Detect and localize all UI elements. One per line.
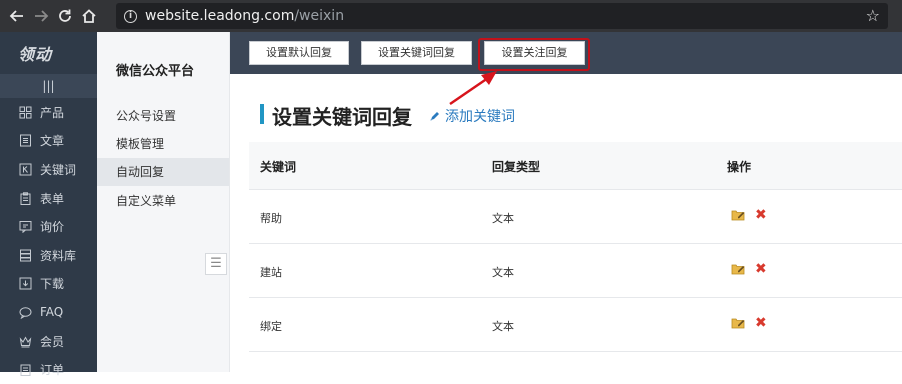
main-sidebar: 领动 ||| 产品文章关键词表单询价资料库下载 FAQ 会员订单: [0, 32, 97, 377]
subnav-title: 微信公众平台: [116, 64, 195, 79]
column-header-actions: 操作: [727, 160, 752, 174]
page-title: 设置关键词回复: [272, 105, 412, 129]
reply-type-cell: 文本: [492, 320, 514, 333]
sidebar-item-7[interactable]: FAQ: [0, 298, 97, 327]
grid-icon: [18, 105, 32, 119]
table-header: 关键词 回复类型 操作: [249, 142, 902, 190]
sidebar-item-9[interactable]: 订单: [0, 355, 97, 384]
sidebar-item-5[interactable]: 资料库: [0, 241, 97, 270]
sidebar-item-label: 资料库: [40, 248, 77, 263]
info-icon[interactable]: i: [124, 9, 137, 23]
subnav-toggle-button[interactable]: ☰: [205, 253, 227, 275]
sidebar-item-4[interactable]: 询价: [0, 212, 97, 241]
sidebar-item-0[interactable]: 产品: [0, 98, 97, 127]
main-content: 设置关键词回复 添加关键词 关键词 回复类型 操作 帮助 文本 ✖ 建站 文本 ✖ 绑定 文本…: [249, 82, 902, 372]
sidebar-item-2[interactable]: 关键词: [0, 155, 97, 184]
tab-default-reply[interactable]: 设置默认回复: [249, 41, 349, 65]
delete-x-icon[interactable]: ✖: [755, 315, 767, 331]
keyword-cell: 绑定: [260, 320, 282, 333]
sidebar-item-1[interactable]: 文章: [0, 127, 97, 156]
add-keyword-link[interactable]: 添加关键词: [429, 106, 515, 126]
sidebar-collapse-button[interactable]: |||: [0, 74, 97, 98]
inquiry-icon: [18, 220, 32, 234]
k-icon: [18, 162, 32, 176]
sidebar-item-label: 会员: [40, 334, 65, 349]
sub-navigation: 微信公众平台 公众号设置 模板管理 自动回复 自定义菜单 ☰: [97, 32, 230, 372]
menu-lines-icon: |||: [42, 79, 55, 93]
list-icon: ☰: [210, 256, 222, 271]
subnav-item-auto-reply[interactable]: 自动回复: [97, 158, 229, 186]
column-header-keyword: 关键词: [260, 160, 297, 174]
address-bar[interactable]: i website.leadong.com/weixin ☆: [116, 3, 888, 29]
sidebar-item-label: 关键词: [40, 162, 77, 177]
bookmark-star-icon[interactable]: ☆: [866, 6, 880, 25]
forward-icon[interactable]: [30, 5, 52, 27]
subnav-item-label: 自动回复: [116, 165, 165, 179]
clipboard-icon: [18, 191, 32, 205]
table-row: 帮助 文本 ✖: [249, 190, 902, 244]
sidebar-item-8[interactable]: 会员: [0, 327, 97, 356]
sidebar-item-label: 表单: [40, 191, 65, 206]
table-row: 建站 文本 ✖: [249, 244, 902, 298]
url-path: /weixin: [294, 8, 345, 24]
page-header: 设置关键词回复 添加关键词: [249, 82, 902, 140]
delete-x-icon[interactable]: ✖: [755, 261, 767, 277]
back-icon[interactable]: [6, 5, 28, 27]
tab-label: 设置关键词回复: [378, 46, 455, 59]
sidebar-item-label: 下载: [40, 277, 65, 292]
add-keyword-label: 添加关键词: [445, 109, 515, 125]
sidebar-item-label: 产品: [40, 105, 65, 120]
home-icon[interactable]: [78, 5, 100, 27]
reply-type-cell: 文本: [492, 266, 514, 279]
download-icon: [18, 277, 32, 291]
sidebar-item-3[interactable]: 表单: [0, 184, 97, 213]
subnav-item-custom-menu[interactable]: 自定义菜单: [97, 187, 229, 215]
sidebar-item-label: 订单: [40, 363, 65, 378]
subnav-item-label: 模板管理: [116, 137, 165, 151]
subnav-item-account-settings[interactable]: 公众号设置: [97, 102, 229, 130]
reply-type-cell: 文本: [492, 212, 514, 225]
tab-keyword-reply[interactable]: 设置关键词回复: [361, 41, 472, 65]
keyword-cell: 帮助: [260, 212, 282, 225]
edit-folder-icon[interactable]: [731, 208, 746, 224]
pencil-icon: [429, 110, 441, 122]
order-icon: [18, 363, 32, 377]
sidebar-item-label: 文章: [40, 134, 65, 149]
delete-x-icon[interactable]: ✖: [755, 207, 767, 223]
subnav-item-label: 公众号设置: [116, 109, 177, 123]
subnav-item-template-management[interactable]: 模板管理: [97, 130, 229, 158]
tab-label: 设置默认回复: [266, 46, 332, 59]
database-icon: [18, 248, 32, 262]
edit-folder-icon[interactable]: [731, 262, 746, 278]
logo[interactable]: 领动: [0, 32, 97, 74]
title-accent-bar: [260, 104, 264, 124]
subnav-item-label: 自定义菜单: [116, 194, 177, 208]
sidebar-item-label: 询价: [40, 220, 65, 235]
chat-icon: [18, 305, 32, 319]
url-host: website.leadong.com: [145, 8, 295, 24]
keyword-cell: 建站: [260, 266, 282, 279]
crown-icon: [18, 334, 32, 348]
column-header-reply-type: 回复类型: [492, 160, 541, 174]
logo-text: 领动: [18, 45, 53, 64]
table-row: 绑定 文本 ✖: [249, 298, 902, 352]
sidebar-item-label: FAQ: [40, 305, 64, 320]
highlight-box: [478, 38, 590, 71]
sidebar-item-6[interactable]: 下载: [0, 270, 97, 299]
edit-folder-icon[interactable]: [731, 316, 746, 332]
document-icon: [18, 134, 32, 148]
browser-toolbar: i website.leadong.com/weixin ☆: [0, 0, 902, 32]
reload-icon[interactable]: [54, 5, 76, 27]
